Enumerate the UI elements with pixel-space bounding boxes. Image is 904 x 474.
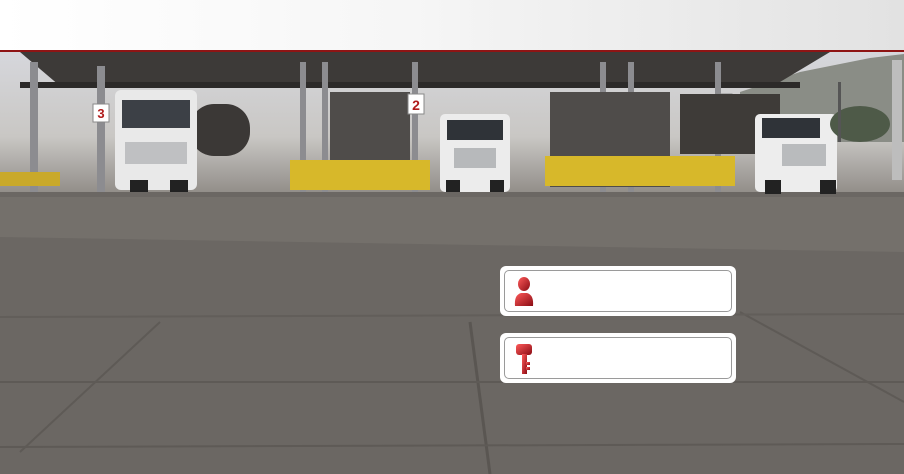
user-icon — [514, 277, 534, 306]
top-header-bar — [0, 0, 904, 52]
password-field-frame — [504, 337, 732, 379]
key-icon — [516, 344, 532, 374]
bay-number-2: 2 — [412, 97, 420, 113]
bay-number-3: 3 — [97, 106, 104, 121]
password-field[interactable] — [500, 333, 736, 383]
background-photo-loading-terminal: 3 2 1 — [0, 52, 904, 474]
password-input[interactable] — [541, 344, 731, 374]
terminal-illustration: 3 2 1 — [0, 52, 904, 474]
username-field-frame — [504, 270, 732, 312]
username-input[interactable] — [541, 277, 731, 307]
username-field[interactable] — [500, 266, 736, 316]
